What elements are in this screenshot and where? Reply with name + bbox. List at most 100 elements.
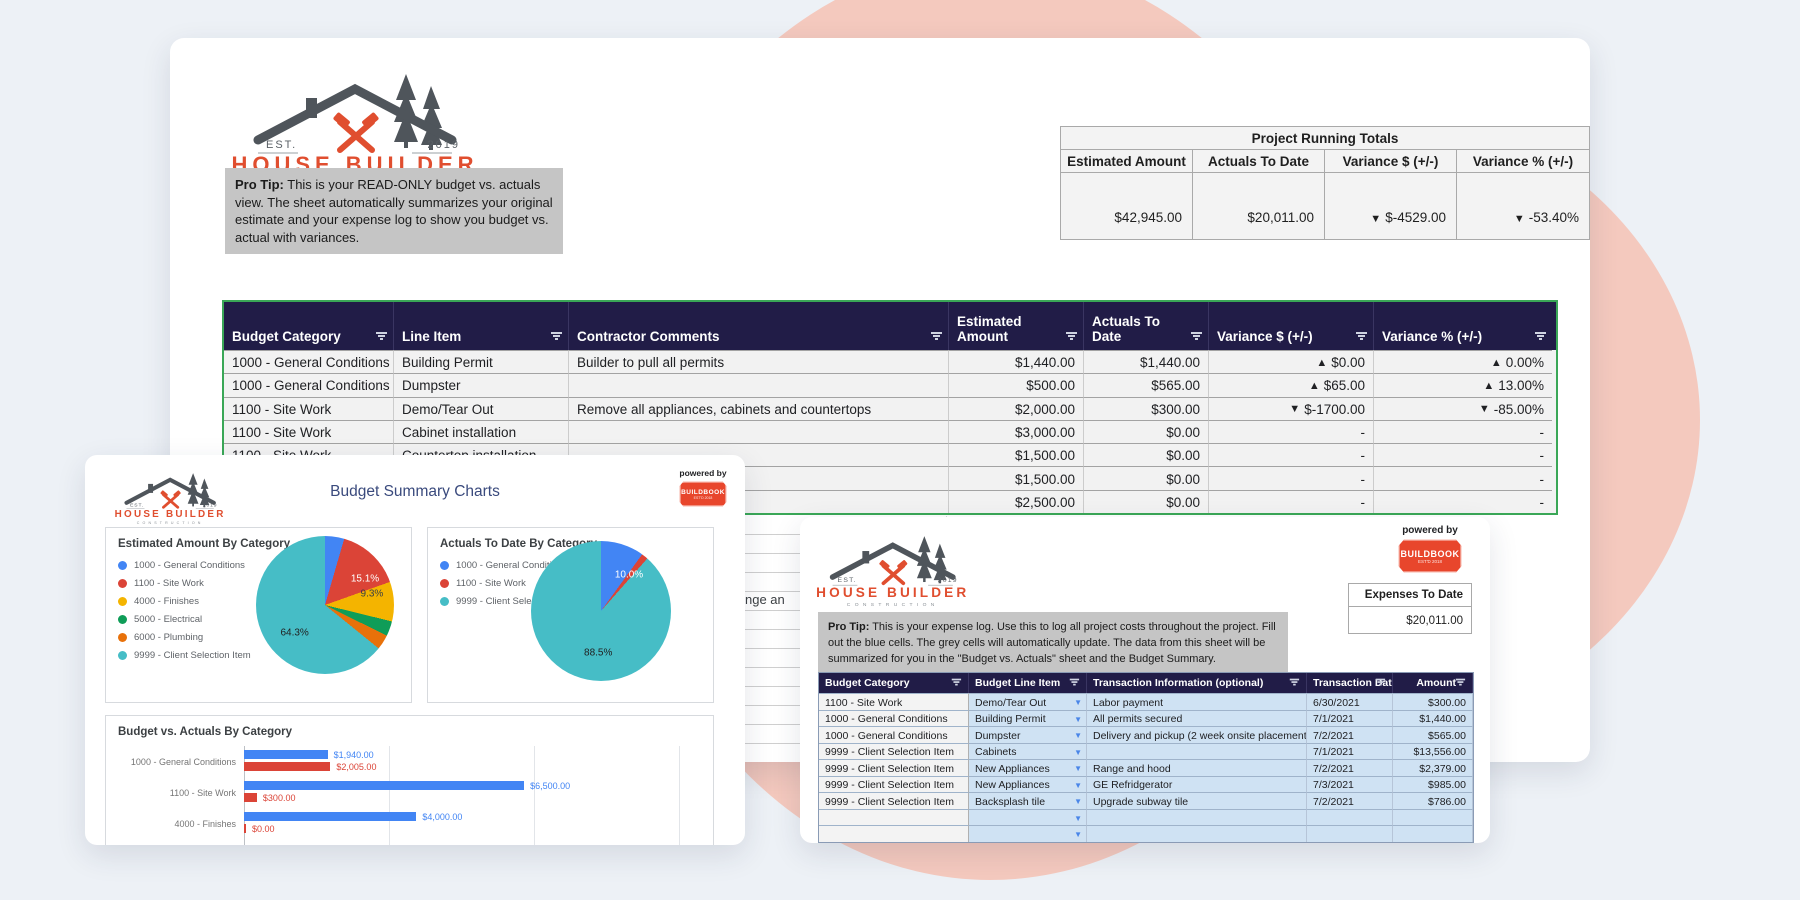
- expense-line-item-cell[interactable]: Dumpster▼: [969, 726, 1087, 743]
- actuals-cell[interactable]: $0.00: [1084, 466, 1209, 489]
- bar-estimated[interactable]: [244, 781, 524, 790]
- filter-icon[interactable]: [1069, 679, 1079, 687]
- expense-line-item-cell[interactable]: ▼: [969, 809, 1087, 826]
- expense-date-cell[interactable]: [1307, 825, 1393, 842]
- estimated-cell[interactable]: $2,500.00: [949, 490, 1084, 513]
- filter-icon[interactable]: [1289, 679, 1299, 687]
- comments-cell[interactable]: Builder to pull all permits: [569, 350, 949, 373]
- filter-icon[interactable]: [951, 679, 961, 687]
- expense-category-cell[interactable]: 1000 - General Conditions: [819, 726, 969, 743]
- expense-amount-cell[interactable]: $565.00: [1393, 726, 1473, 743]
- dropdown-arrow-icon[interactable]: ▼: [1074, 830, 1082, 839]
- expense-category-cell[interactable]: 9999 - Client Selection Item: [819, 743, 969, 760]
- comments-cell[interactable]: [569, 373, 949, 396]
- filter-icon[interactable]: [550, 332, 562, 341]
- variance-cell[interactable]: ▲0.00%: [1374, 350, 1552, 373]
- bar-estimated[interactable]: [244, 812, 416, 821]
- dropdown-arrow-icon[interactable]: ▼: [1074, 715, 1082, 724]
- line-item-cell[interactable]: Demo/Tear Out: [394, 397, 569, 420]
- actuals-cell[interactable]: $0.00: [1084, 490, 1209, 513]
- expense-amount-cell[interactable]: [1393, 809, 1473, 826]
- variance-cell[interactable]: ▼-85.00%: [1374, 397, 1552, 420]
- dropdown-arrow-icon[interactable]: ▼: [1074, 748, 1082, 757]
- estimated-cell[interactable]: $1,500.00: [949, 443, 1084, 466]
- line-item-cell[interactable]: Building Permit: [394, 350, 569, 373]
- estimated-cell[interactable]: $1,440.00: [949, 350, 1084, 373]
- expense-amount-cell[interactable]: $13,556.00: [1393, 743, 1473, 760]
- filter-icon[interactable]: [1534, 332, 1546, 341]
- expense-date-cell[interactable]: 7/3/2021: [1307, 776, 1393, 793]
- variance-cell[interactable]: -: [1209, 443, 1374, 466]
- variance-cell[interactable]: -: [1374, 420, 1552, 443]
- category-cell[interactable]: 1000 - General Conditions: [224, 350, 394, 373]
- variance-cell[interactable]: ▲13.00%: [1374, 373, 1552, 396]
- expense-category-cell[interactable]: 1000 - General Conditions: [819, 710, 969, 727]
- filter-icon[interactable]: [1355, 332, 1367, 341]
- expense-category-cell[interactable]: [819, 825, 969, 842]
- expense-category-cell[interactable]: 9999 - Client Selection Item: [819, 776, 969, 793]
- expense-amount-cell[interactable]: $985.00: [1393, 776, 1473, 793]
- bar-actuals[interactable]: [244, 824, 246, 833]
- line-item-cell[interactable]: Dumpster: [394, 373, 569, 396]
- expense-line-item-cell[interactable]: Backsplash tile▼: [969, 792, 1087, 809]
- category-cell[interactable]: 1100 - Site Work: [224, 420, 394, 443]
- expense-line-item-cell[interactable]: New Appliances▼: [969, 759, 1087, 776]
- comments-cell[interactable]: [569, 420, 949, 443]
- dropdown-arrow-icon[interactable]: ▼: [1074, 797, 1082, 806]
- actuals-cell[interactable]: $1,440.00: [1084, 350, 1209, 373]
- variance-cell[interactable]: ▲$65.00: [1209, 373, 1374, 396]
- expense-info-cell[interactable]: Range and hood: [1087, 759, 1307, 776]
- expense-info-cell[interactable]: Delivery and pickup (2 week onsite place…: [1087, 726, 1307, 743]
- filter-icon[interactable]: [1455, 679, 1465, 687]
- expense-info-cell[interactable]: [1087, 743, 1307, 760]
- expense-date-cell[interactable]: 7/2/2021: [1307, 759, 1393, 776]
- expense-date-cell[interactable]: 7/2/2021: [1307, 726, 1393, 743]
- expense-info-cell[interactable]: [1087, 825, 1307, 842]
- expense-amount-cell[interactable]: $2,379.00: [1393, 759, 1473, 776]
- dropdown-arrow-icon[interactable]: ▼: [1074, 781, 1082, 790]
- variance-cell[interactable]: ▲$0.00: [1209, 350, 1374, 373]
- expense-date-cell[interactable]: 6/30/2021: [1307, 693, 1393, 710]
- variance-cell[interactable]: -: [1209, 466, 1374, 489]
- category-cell[interactable]: 1100 - Site Work: [224, 397, 394, 420]
- estimated-cell[interactable]: $3,000.00: [949, 420, 1084, 443]
- expense-amount-cell[interactable]: [1393, 825, 1473, 842]
- estimated-cell[interactable]: $1,500.00: [949, 466, 1084, 489]
- dropdown-arrow-icon[interactable]: ▼: [1074, 698, 1082, 707]
- variance-cell[interactable]: -: [1209, 420, 1374, 443]
- expense-category-cell[interactable]: 9999 - Client Selection Item: [819, 792, 969, 809]
- expense-line-item-cell[interactable]: Demo/Tear Out▼: [969, 693, 1087, 710]
- filter-icon[interactable]: [930, 332, 942, 341]
- expense-line-item-cell[interactable]: Cabinets▼: [969, 743, 1087, 760]
- variance-cell[interactable]: ▼$-1700.00: [1209, 397, 1374, 420]
- expense-date-cell[interactable]: 7/2/2021: [1307, 792, 1393, 809]
- expense-date-cell[interactable]: [1307, 809, 1393, 826]
- actuals-cell[interactable]: $0.00: [1084, 420, 1209, 443]
- filter-icon[interactable]: [375, 332, 387, 341]
- buildbook-badge[interactable]: BUILDBOOK EST'D 2018: [679, 481, 727, 507]
- actuals-cell[interactable]: $565.00: [1084, 373, 1209, 396]
- actuals-cell[interactable]: $300.00: [1084, 397, 1209, 420]
- expense-info-cell[interactable]: All permits secured: [1087, 710, 1307, 727]
- filter-icon[interactable]: [1190, 332, 1202, 341]
- buildbook-badge[interactable]: BUILDBOOK EST'D 2018: [1398, 539, 1462, 573]
- expense-amount-cell[interactable]: $300.00: [1393, 693, 1473, 710]
- expense-category-cell[interactable]: 1100 - Site Work: [819, 693, 969, 710]
- variance-cell[interactable]: -: [1209, 490, 1374, 513]
- expense-amount-cell[interactable]: $1,440.00: [1393, 710, 1473, 727]
- estimated-cell[interactable]: $2,000.00: [949, 397, 1084, 420]
- variance-cell[interactable]: -: [1374, 466, 1552, 489]
- expense-line-item-cell[interactable]: ▼: [969, 825, 1087, 842]
- comments-cell[interactable]: Remove all appliances, cabinets and coun…: [569, 397, 949, 420]
- expense-date-cell[interactable]: 7/1/2021: [1307, 743, 1393, 760]
- variance-cell[interactable]: -: [1374, 490, 1552, 513]
- expense-line-item-cell[interactable]: Building Permit▼: [969, 710, 1087, 727]
- expense-category-cell[interactable]: [819, 809, 969, 826]
- expense-line-item-cell[interactable]: New Appliances▼: [969, 776, 1087, 793]
- expense-info-cell[interactable]: GE Refridgerator: [1087, 776, 1307, 793]
- expense-info-cell[interactable]: [1087, 809, 1307, 826]
- actuals-cell[interactable]: $0.00: [1084, 443, 1209, 466]
- expense-info-cell[interactable]: Upgrade subway tile: [1087, 792, 1307, 809]
- expense-category-cell[interactable]: 9999 - Client Selection Item: [819, 759, 969, 776]
- filter-icon[interactable]: [1375, 679, 1385, 687]
